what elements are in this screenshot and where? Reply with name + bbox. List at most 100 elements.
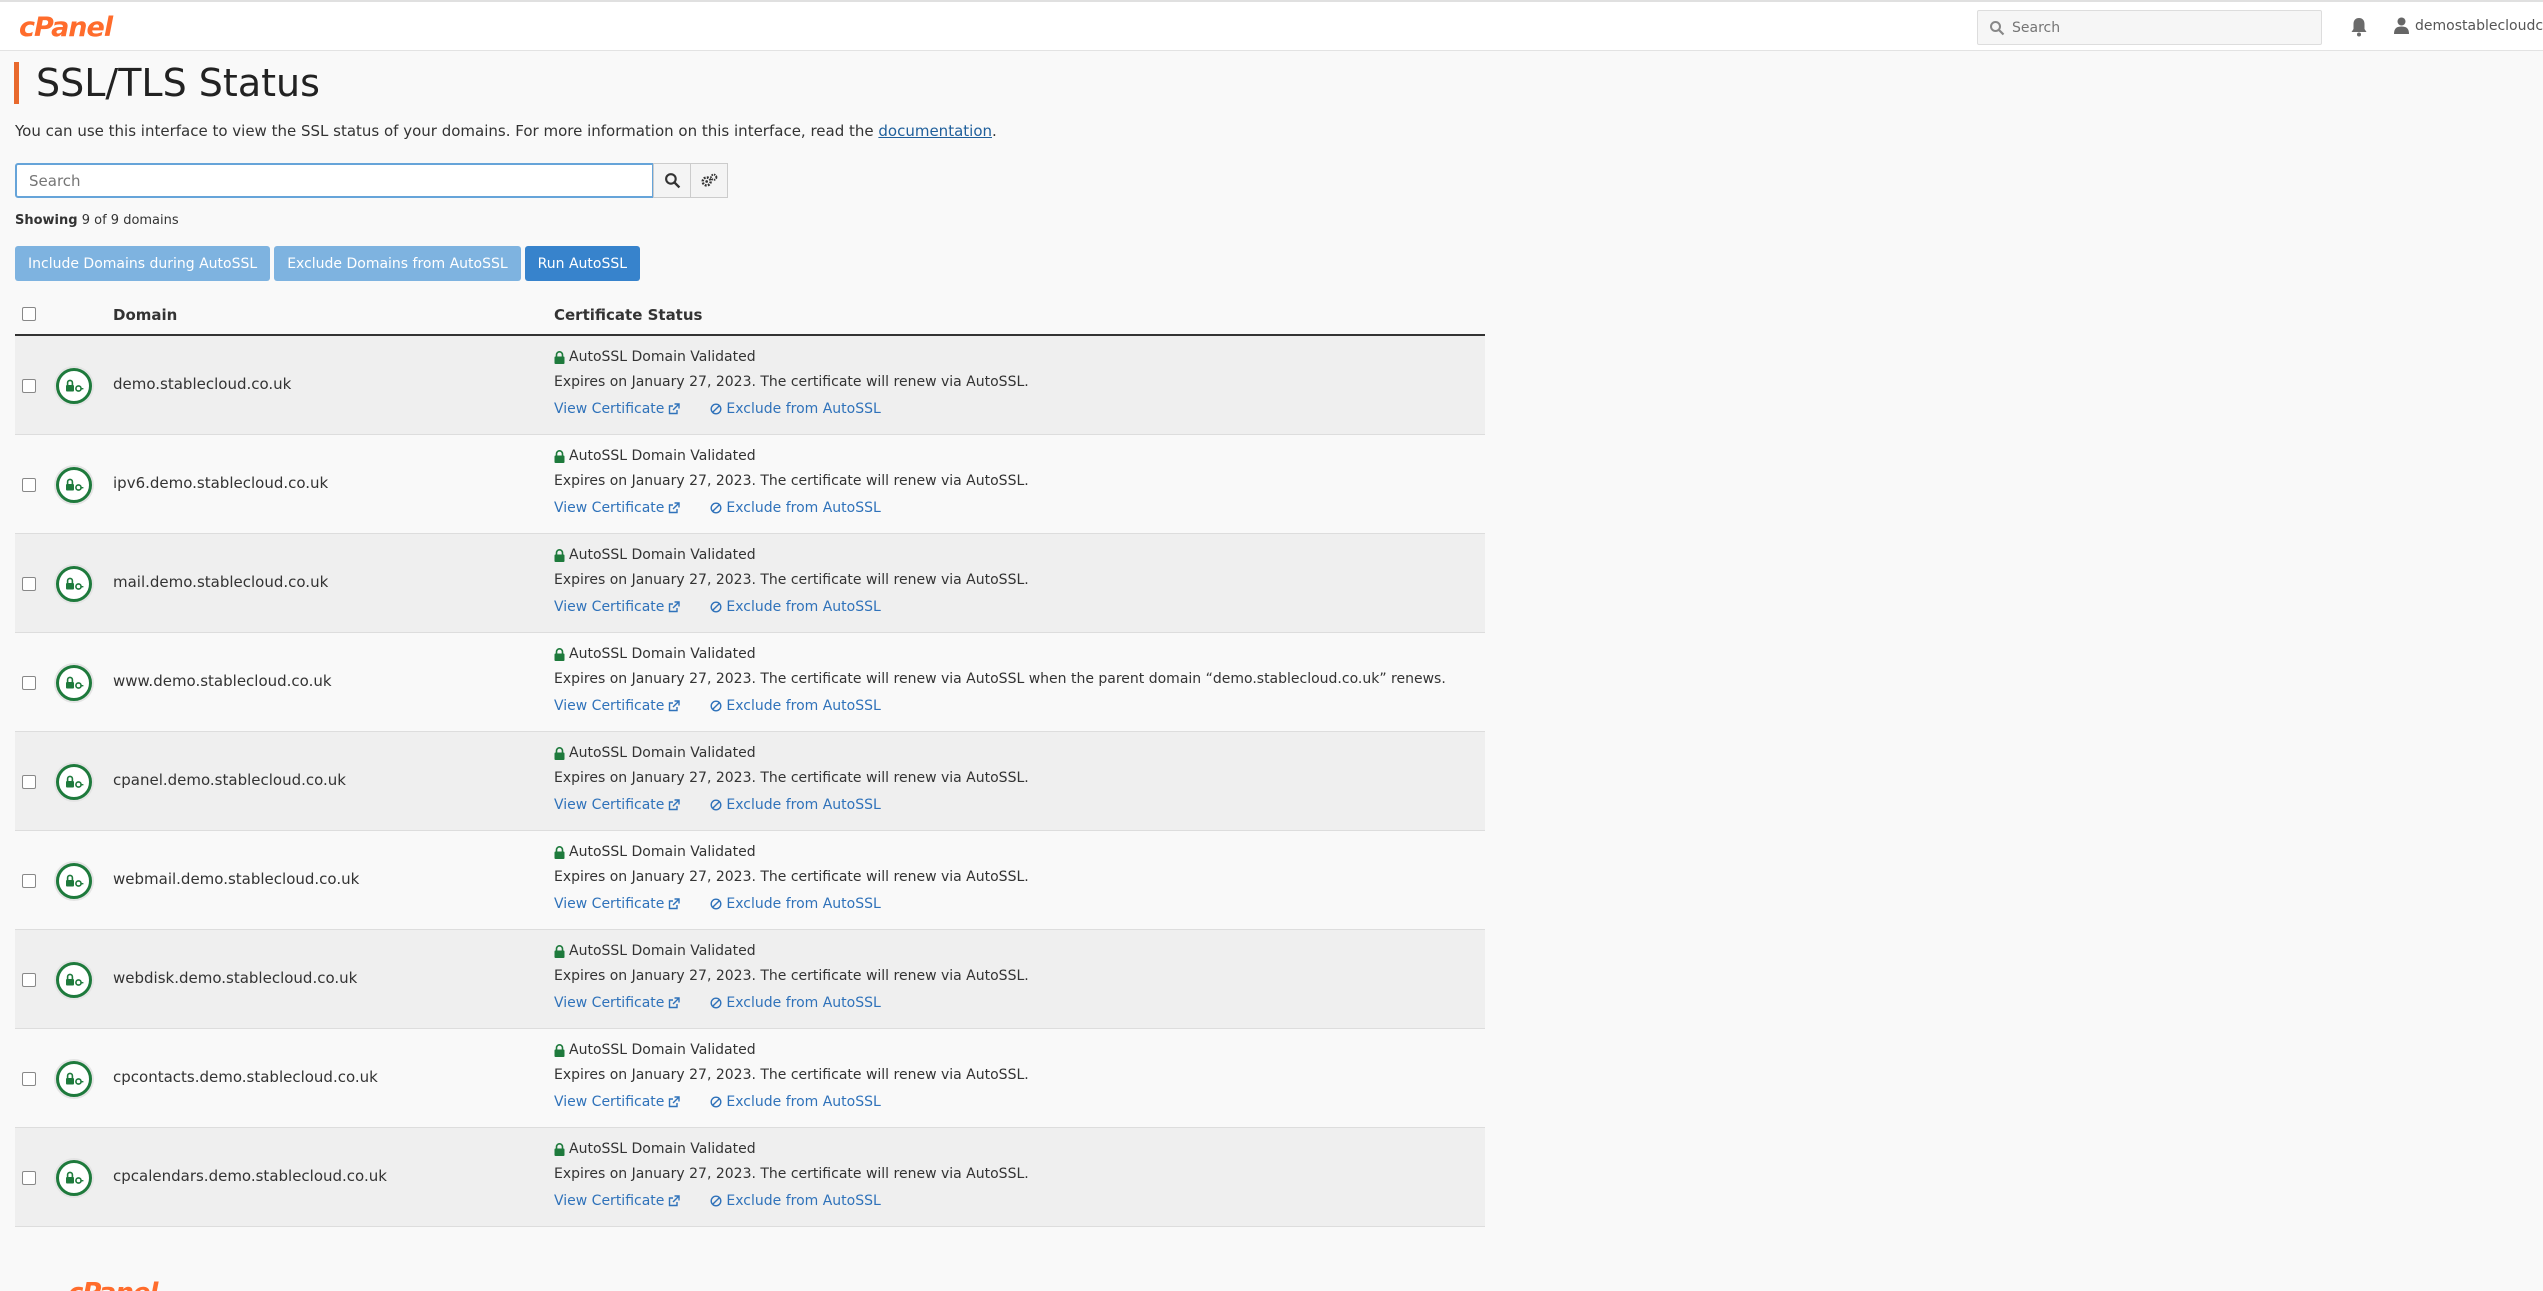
view-certificate-link[interactable]: View Certificate	[554, 599, 681, 615]
row-checkbox[interactable]	[22, 973, 36, 987]
row-actions: View Certificate Exclude from AutoSSL	[554, 797, 1029, 813]
external-link-icon	[669, 502, 681, 514]
external-link-icon	[669, 1195, 681, 1207]
domain-name: webdisk.demo.stablecloud.co.uk	[113, 969, 358, 987]
domain-search-input[interactable]	[15, 163, 654, 198]
bell-icon[interactable]	[2349, 16, 2369, 38]
settings-button[interactable]	[690, 163, 728, 198]
ban-icon	[710, 1096, 722, 1108]
view-certificate-link[interactable]: View Certificate	[554, 1193, 681, 1209]
user-menu[interactable]: demostablecloudc	[2394, 17, 2543, 34]
domain-name: www.demo.stablecloud.co.uk	[113, 672, 332, 690]
lock-icon	[554, 548, 565, 562]
view-certificate-link[interactable]: View Certificate	[554, 896, 681, 912]
documentation-link[interactable]: documentation	[878, 122, 992, 140]
exclude-from-autossl-link[interactable]: Exclude from AutoSSL	[710, 698, 881, 714]
include-domains-button[interactable]: Include Domains during AutoSSL	[15, 246, 271, 281]
view-certificate-link[interactable]: View Certificate	[554, 797, 681, 813]
ssl-valid-icon	[54, 366, 94, 406]
search-button[interactable]	[653, 163, 691, 198]
results-count: Showing 9 of 9 domains	[15, 213, 179, 228]
exclude-from-autossl-link[interactable]: Exclude from AutoSSL	[710, 1094, 881, 1110]
external-link-icon	[669, 997, 681, 1009]
status-line: AutoSSL Domain Validated	[554, 943, 1029, 959]
exclude-from-autossl-link[interactable]: Exclude from AutoSSL	[710, 896, 881, 912]
table-header: Domain Certificate Status	[15, 296, 1485, 336]
exclude-from-autossl-label: Exclude from AutoSSL	[726, 401, 881, 417]
domain-name: cpcalendars.demo.stablecloud.co.uk	[113, 1167, 387, 1185]
lock-icon	[554, 350, 565, 364]
exclude-from-autossl-link[interactable]: Exclude from AutoSSL	[710, 797, 881, 813]
external-link-icon	[669, 601, 681, 613]
top-navbar: cPanel demostablecloudc	[0, 0, 2543, 51]
cpanel-logo[interactable]: cPanel	[19, 12, 113, 43]
lock-icon	[554, 1043, 565, 1057]
external-link-icon	[669, 799, 681, 811]
status-line: AutoSSL Domain Validated	[554, 1141, 1029, 1157]
intro-text-end: .	[992, 122, 997, 140]
status-line: AutoSSL Domain Validated	[554, 1042, 1029, 1058]
search-icon	[1990, 21, 2005, 36]
ssl-valid-icon	[54, 1059, 94, 1099]
run-autossl-button[interactable]: Run AutoSSL	[524, 246, 641, 281]
table-row: webmail.demo.stablecloud.co.uk AutoSSL D…	[15, 831, 1485, 930]
table-row: ipv6.demo.stablecloud.co.uk AutoSSL Doma…	[15, 435, 1485, 534]
username-label: demostablecloudc	[2415, 17, 2543, 34]
row-actions: View Certificate Exclude from AutoSSL	[554, 599, 1029, 615]
exclude-from-autossl-label: Exclude from AutoSSL	[726, 995, 881, 1011]
row-checkbox[interactable]	[22, 676, 36, 690]
status-line: AutoSSL Domain Validated	[554, 448, 1029, 464]
view-certificate-link[interactable]: View Certificate	[554, 995, 681, 1011]
exclude-from-autossl-link[interactable]: Exclude from AutoSSL	[710, 401, 881, 417]
exclude-from-autossl-link[interactable]: Exclude from AutoSSL	[710, 1193, 881, 1209]
row-checkbox[interactable]	[22, 874, 36, 888]
ban-icon	[710, 502, 722, 514]
global-search-input[interactable]	[2012, 11, 2312, 44]
domain-search-group	[15, 163, 728, 198]
showing-count: 9 of 9 domains	[81, 213, 179, 228]
row-checkbox[interactable]	[22, 1171, 36, 1185]
view-certificate-label: View Certificate	[554, 599, 665, 615]
view-certificate-link[interactable]: View Certificate	[554, 1094, 681, 1110]
row-actions: View Certificate Exclude from AutoSSL	[554, 896, 1029, 912]
row-checkbox[interactable]	[22, 379, 36, 393]
view-certificate-label: View Certificate	[554, 401, 665, 417]
ban-icon	[710, 1195, 722, 1207]
row-checkbox[interactable]	[22, 1072, 36, 1086]
lock-icon	[554, 647, 565, 661]
row-checkbox[interactable]	[22, 478, 36, 492]
ssl-valid-icon	[54, 1158, 94, 1198]
global-search[interactable]	[1977, 10, 2322, 45]
status-label: AutoSSL Domain Validated	[569, 1141, 756, 1157]
view-certificate-link[interactable]: View Certificate	[554, 698, 681, 714]
ban-icon	[710, 403, 722, 415]
exclude-domains-button[interactable]: Exclude Domains from AutoSSL	[274, 246, 521, 281]
page-title: SSL/TLS Status	[36, 61, 320, 105]
status-line: AutoSSL Domain Validated	[554, 844, 1029, 860]
view-certificate-link[interactable]: View Certificate	[554, 500, 681, 516]
page-title-block: SSL/TLS Status	[14, 62, 320, 104]
column-header-domain[interactable]: Domain	[113, 306, 177, 324]
select-all-checkbox[interactable]	[22, 307, 36, 321]
domain-name: mail.demo.stablecloud.co.uk	[113, 573, 329, 591]
exclude-from-autossl-link[interactable]: Exclude from AutoSSL	[710, 995, 881, 1011]
row-checkbox[interactable]	[22, 775, 36, 789]
column-header-certificate-status[interactable]: Certificate Status	[554, 306, 702, 324]
view-certificate-link[interactable]: View Certificate	[554, 401, 681, 417]
row-actions: View Certificate Exclude from AutoSSL	[554, 500, 1029, 516]
external-link-icon	[669, 403, 681, 415]
ban-icon	[710, 898, 722, 910]
view-certificate-label: View Certificate	[554, 500, 665, 516]
exclude-from-autossl-link[interactable]: Exclude from AutoSSL	[710, 500, 881, 516]
exclude-from-autossl-link[interactable]: Exclude from AutoSSL	[710, 599, 881, 615]
status-label: AutoSSL Domain Validated	[569, 943, 756, 959]
row-checkbox[interactable]	[22, 577, 36, 591]
view-certificate-label: View Certificate	[554, 1193, 665, 1209]
view-certificate-label: View Certificate	[554, 896, 665, 912]
intro-text-body: You can use this interface to view the S…	[15, 122, 879, 140]
certificate-status: AutoSSL Domain Validated Expires on Janu…	[554, 448, 1029, 516]
lock-icon	[554, 746, 565, 760]
table-row: cpcontacts.demo.stablecloud.co.uk AutoSS…	[15, 1029, 1485, 1128]
external-link-icon	[669, 1096, 681, 1108]
domain-name: cpanel.demo.stablecloud.co.uk	[113, 771, 346, 789]
